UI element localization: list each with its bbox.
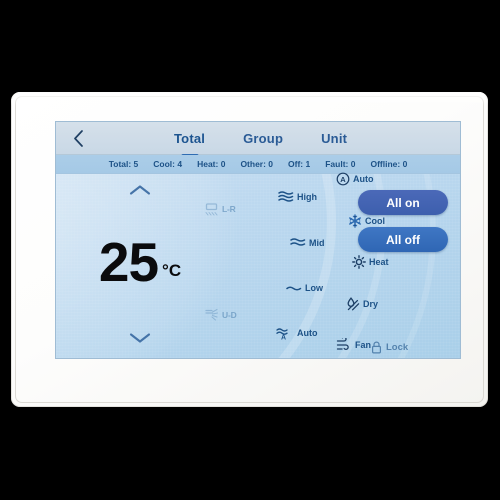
status-offline: Offline: 0 <box>370 159 408 169</box>
fan-speed-low-label: Low <box>305 282 323 293</box>
svg-text:A: A <box>281 334 286 340</box>
temperature-unit: °C <box>162 260 182 280</box>
tab-total-label: Total <box>174 130 206 146</box>
status-fault: Fault: 0 <box>325 159 356 169</box>
chevron-left-icon <box>73 129 83 147</box>
status-total: Total: 5 <box>108 159 139 169</box>
temperature-value: 25 <box>98 231 159 294</box>
swing-up-down-icon <box>205 308 219 321</box>
auto-circle-a-icon: A <box>336 172 350 186</box>
bezel-highlight <box>11 92 488 106</box>
temperature-control: 25 °C <box>74 178 206 354</box>
header-bar: Total Group Unit <box>56 122 460 157</box>
swing-left-right-button[interactable]: L-R <box>204 202 266 216</box>
lock-button[interactable]: Lock <box>371 341 408 354</box>
fan-low-icon <box>286 286 302 291</box>
mode-auto-button[interactable]: A Auto <box>336 172 404 186</box>
all-on-label: All on <box>386 195 420 210</box>
fan-blow-icon <box>336 338 349 351</box>
swing-up-down-button[interactable]: U-D <box>204 308 266 322</box>
tab-group[interactable]: Group <box>243 131 283 147</box>
action-button-group: All on All off Lock <box>358 190 450 354</box>
svg-text:A: A <box>340 175 346 184</box>
main-content: 25 °C L-R U-D High Mid Low A Auto A Auto… <box>56 172 460 358</box>
fan-speed-high-label: High <box>297 191 317 202</box>
chevron-up-icon[interactable] <box>129 184 151 196</box>
chevron-down-icon[interactable] <box>129 332 151 344</box>
tab-list: Total Group Unit <box>174 122 347 157</box>
swing-left-right-icon <box>205 203 218 216</box>
touchscreen-display[interactable]: Total Group Unit Total: 5 Cool: 4 Heat: … <box>56 122 460 358</box>
padlock-icon <box>372 341 382 354</box>
swing-control-group: L-R U-D <box>204 202 266 322</box>
fan-auto-icon: A <box>276 328 288 340</box>
fan-speed-auto-label: Auto <box>297 328 318 339</box>
status-off: Off: 1 <box>288 159 311 169</box>
lock-label: Lock <box>386 342 409 353</box>
status-other: Other: 0 <box>240 159 274 169</box>
tab-group-label: Group <box>243 130 284 146</box>
mode-auto-label: Auto <box>353 174 374 184</box>
all-off-button[interactable]: All off <box>358 227 448 252</box>
fan-speed-mid-label: Mid <box>309 237 325 248</box>
fan-high-icon <box>278 191 294 202</box>
fan-speed-group: High Mid Low A Auto <box>276 190 342 340</box>
fan-speed-high-button[interactable]: High <box>278 190 342 203</box>
swing-up-down-label: U-D <box>222 310 237 320</box>
back-button[interactable] <box>69 129 87 147</box>
all-on-button[interactable]: All on <box>358 190 448 215</box>
status-heat: Heat: 0 <box>197 159 226 169</box>
tab-unit[interactable]: Unit <box>321 131 347 147</box>
swing-left-right-label: L-R <box>222 204 236 214</box>
temperature-readout: 25 °C <box>98 231 182 294</box>
status-cool: Cool: 4 <box>153 159 183 169</box>
all-off-label: All off <box>386 232 420 247</box>
ac-controller-device: Total Group Unit Total: 5 Cool: 4 Heat: … <box>11 92 488 407</box>
fan-speed-auto-button[interactable]: A Auto <box>276 327 342 340</box>
tab-unit-label: Unit <box>321 130 348 146</box>
screenshot-canvas: Total Group Unit Total: 5 Cool: 4 Heat: … <box>0 0 500 500</box>
fan-mid-icon <box>290 238 306 247</box>
tab-total[interactable]: Total <box>174 130 206 157</box>
